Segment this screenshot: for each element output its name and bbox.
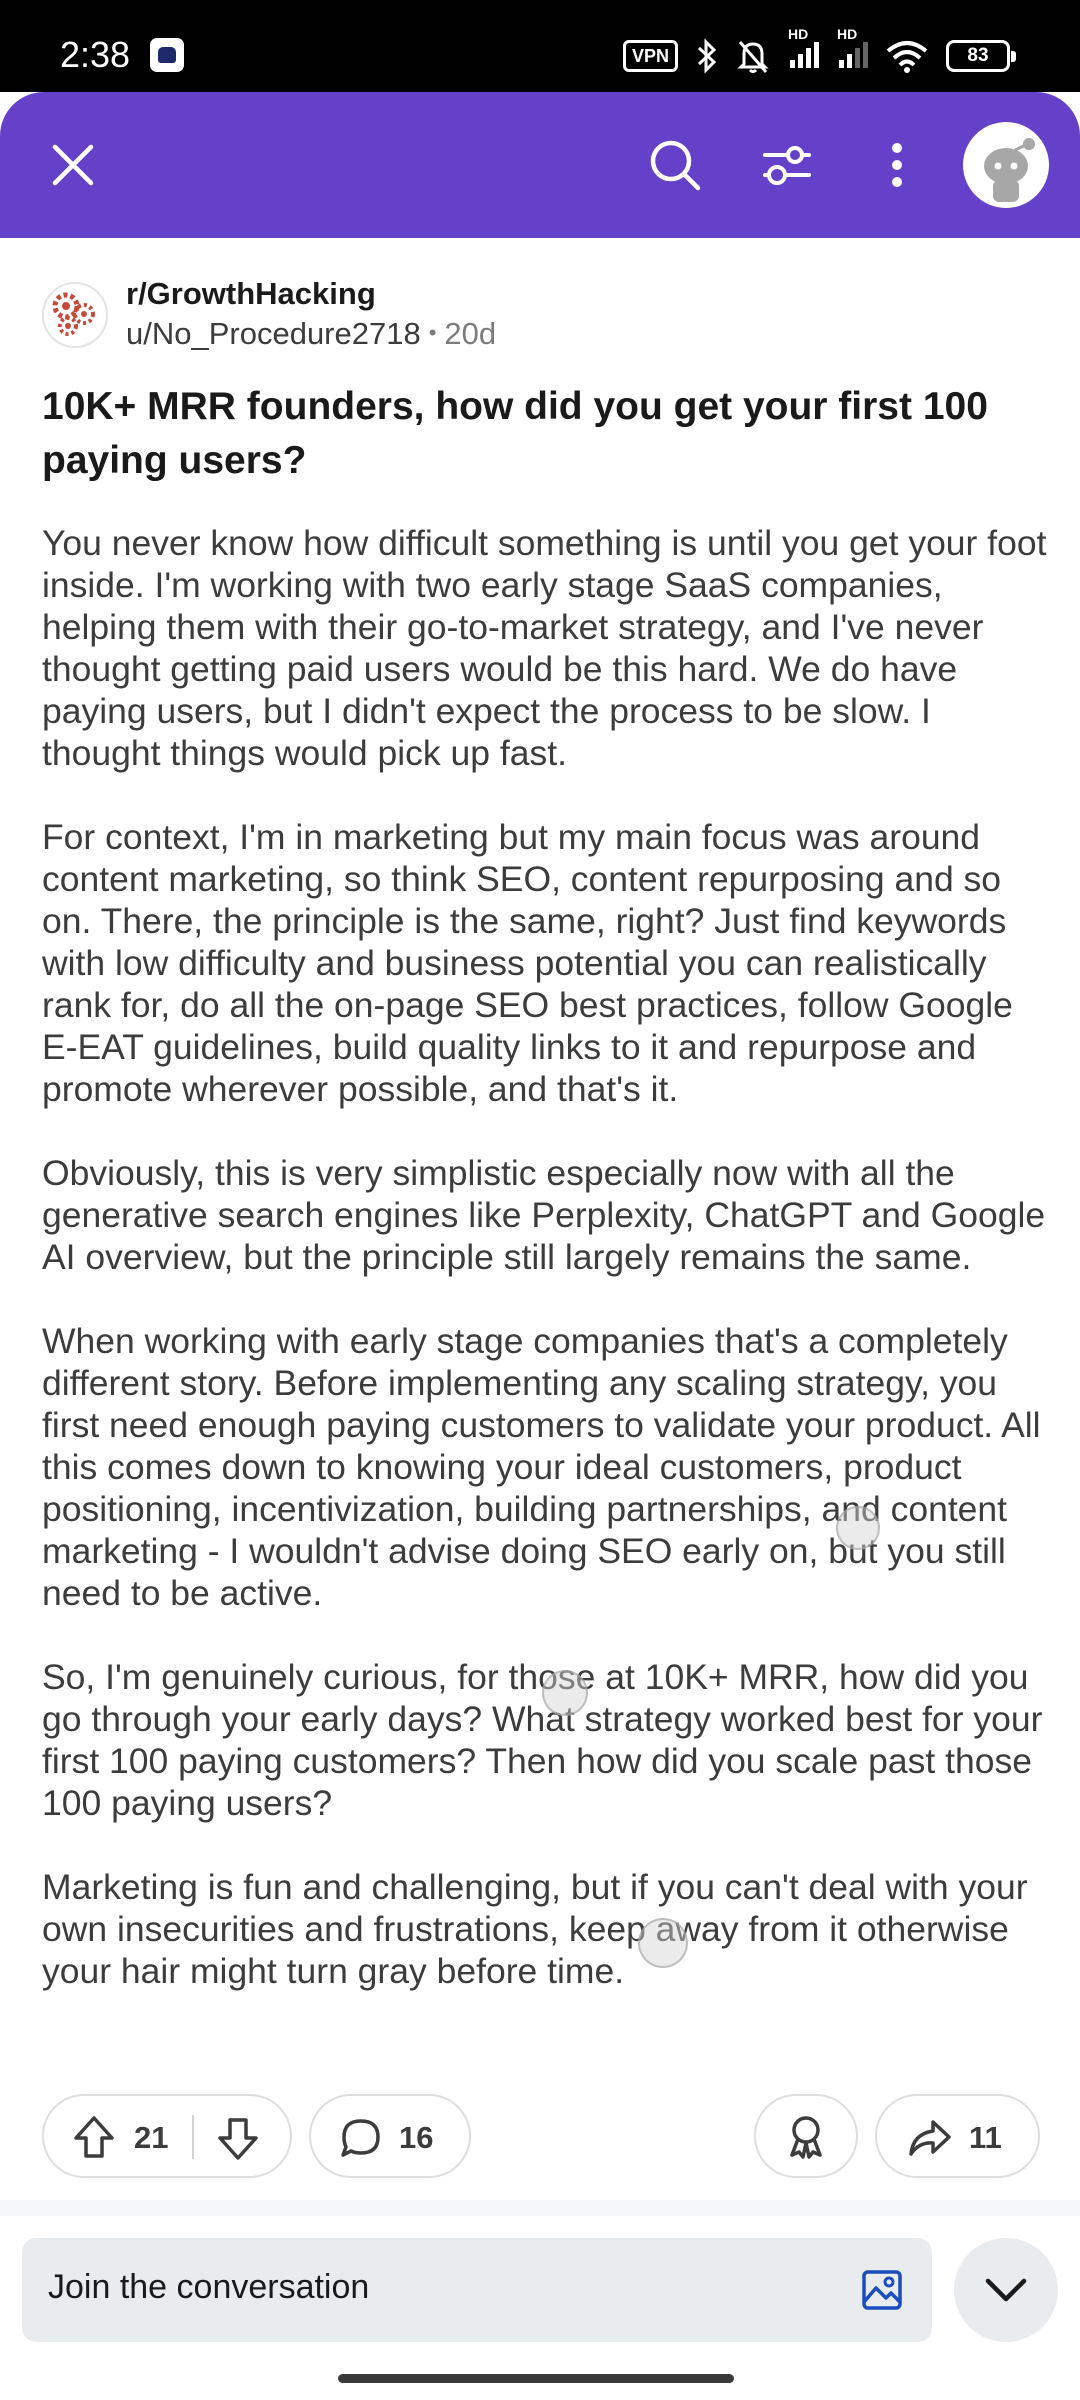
status-icons: VPN HD HD 83 — [622, 26, 1016, 76]
comment-composer[interactable]: Join the conversation — [22, 2238, 932, 2342]
app-notification-icon — [150, 38, 184, 72]
signal-2-icon: HD — [837, 26, 868, 73]
vote-control: 21 — [42, 2094, 292, 2178]
touch-indicator — [542, 1670, 588, 1716]
post-meta: r/GrowthHacking u/No_Procedure2718 • 20d — [126, 274, 496, 357]
upvote-arrow-icon — [74, 2116, 114, 2158]
sort-filter-button[interactable] — [747, 125, 827, 205]
status-time: 2:38 — [60, 34, 131, 75]
touch-indicator — [638, 1918, 688, 1968]
vote-count: 21 — [134, 2120, 169, 2155]
avatar — [984, 138, 1035, 202]
share-button[interactable]: 11 — [875, 2094, 1040, 2178]
comments-button[interactable]: 16 — [309, 2094, 471, 2178]
search-button[interactable] — [635, 125, 715, 205]
user-avatar-button[interactable] — [963, 122, 1049, 208]
battery-icon: 83 — [946, 40, 1016, 72]
author-name[interactable]: u/No_Procedure2718 — [126, 316, 421, 351]
battery-level: 83 — [967, 45, 989, 66]
more-vertical-icon — [892, 143, 902, 187]
post-byline: u/No_Procedure2718 • 20d — [126, 314, 496, 357]
chevron-down-icon — [985, 2278, 1027, 2302]
downvote-arrow-icon — [218, 2118, 258, 2160]
post-body: You never know how difficult something i… — [42, 522, 1052, 2034]
close-icon — [52, 144, 94, 186]
filter-icon — [763, 146, 811, 185]
post-age: 20d — [444, 316, 497, 351]
share-arrow-icon — [909, 2120, 951, 2156]
subreddit-icon[interactable] — [42, 282, 108, 348]
post-header-bar — [0, 92, 1080, 238]
status-bar: 2:38 VPN HD HD 83 — [0, 0, 1080, 92]
signal-1-icon: HD — [788, 26, 819, 73]
image-icon — [862, 2270, 902, 2310]
upvote-button[interactable] — [72, 2114, 118, 2160]
collapse-button[interactable] — [954, 2238, 1058, 2342]
post-paragraph: Marketing is fun and challenging, but if… — [42, 1867, 1028, 1991]
post-paragraph: For context, I'm in marketing but my mai… — [42, 817, 1013, 1109]
post-actions: 21 16 11 — [42, 2094, 1040, 2178]
post-paragraph: You never know how difficult something i… — [42, 523, 1047, 773]
search-icon — [650, 140, 701, 191]
wifi-icon — [886, 41, 928, 73]
gears-icon — [52, 292, 95, 336]
share-count: 11 — [969, 2120, 1002, 2155]
award-icon — [790, 2116, 822, 2159]
post-paragraph: Obviously, this is very simplistic espec… — [42, 1153, 1046, 1277]
more-options-button[interactable] — [857, 125, 937, 205]
touch-indicator — [836, 1506, 880, 1550]
bluetooth-icon — [697, 38, 717, 74]
add-image-button[interactable] — [852, 2260, 912, 2320]
post-title: 10K+ MRR founders, how did you get your … — [42, 385, 988, 482]
vote-divider — [192, 2115, 194, 2159]
close-button[interactable] — [33, 125, 113, 205]
meta-separator: • — [428, 320, 437, 345]
post-paragraph: When working with early stage companies … — [42, 1321, 1041, 1613]
subreddit-name[interactable]: r/GrowthHacking — [126, 274, 496, 314]
mute-bell-icon — [737, 41, 769, 73]
award-button[interactable] — [754, 2094, 858, 2178]
vpn-icon: VPN — [622, 40, 678, 72]
home-indicator[interactable] — [338, 2374, 734, 2383]
comment-count: 16 — [399, 2120, 434, 2155]
comment-bubble-icon — [341, 2119, 380, 2157]
downvote-button[interactable] — [216, 2116, 262, 2162]
composer-placeholder: Join the conversation — [48, 2268, 370, 2306]
section-divider — [0, 2200, 1080, 2216]
